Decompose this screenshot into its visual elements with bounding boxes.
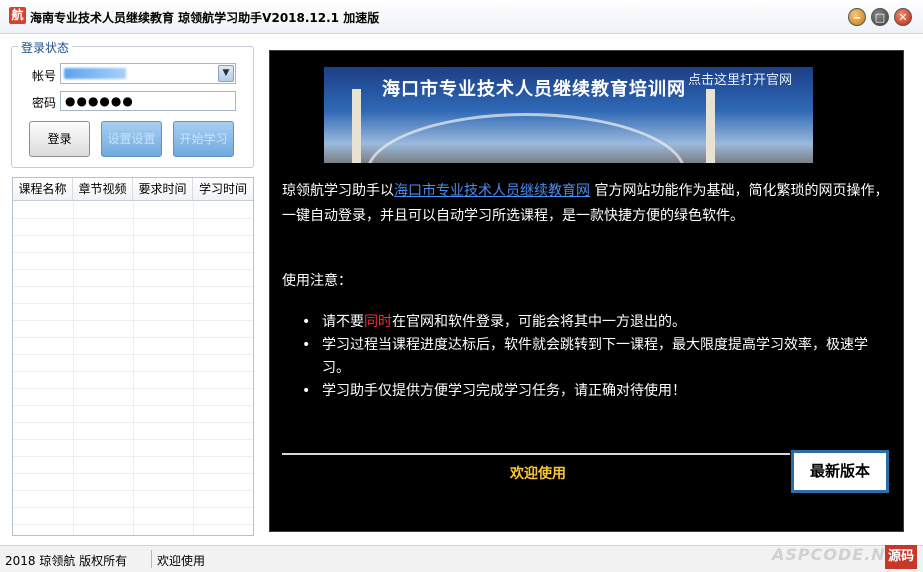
bridge-tower-graphic xyxy=(352,89,361,163)
course-table[interactable]: 课程名称 章节视频 要求时间 学习时间 xyxy=(12,177,254,536)
list-item: 学习助手仅提供方便学习完成学习任务，请正确对待使用！ xyxy=(300,380,880,403)
start-study-button[interactable]: 开始学习 xyxy=(173,121,234,157)
note1-suffix: 在官网和软件登录，可能会将其中一方退出的。 xyxy=(392,314,686,330)
notes-list: 请不要同时在官网和软件登录，可能会将其中一方退出的。 学习过程当课程进度达标后，… xyxy=(300,311,880,403)
bridge-tower-graphic xyxy=(706,89,715,163)
maximize-button[interactable]: □ xyxy=(871,8,889,26)
status-message: 欢迎使用 xyxy=(157,554,206,568)
settings-button[interactable]: 设置设置 xyxy=(101,121,162,157)
login-button[interactable]: 登录 xyxy=(29,121,90,157)
latest-version-button[interactable]: 最新版本 xyxy=(791,450,889,493)
bridge-arch-graphic xyxy=(366,113,686,163)
list-item: 请不要同时在官网和软件登录，可能会将其中一方退出的。 xyxy=(300,311,880,334)
title-bar: 航 海南专业技术人员继续教育 琼领航学习助手V2018.12.1 加速版 ‒ □… xyxy=(0,0,923,34)
chevron-down-icon[interactable]: ▼ xyxy=(218,65,234,82)
password-field[interactable]: ●●●●●● xyxy=(60,91,236,111)
watermark-badge: 源码 xyxy=(885,545,917,569)
intro-prefix: 琼领航学习助手以 xyxy=(282,183,394,199)
minimize-button[interactable]: ‒ xyxy=(848,8,866,26)
status-separator xyxy=(151,550,152,568)
account-label: 帐号 xyxy=(32,69,57,83)
banner-title: 海口市专业技术人员继续教育培训网 xyxy=(382,79,686,100)
account-value-redacted xyxy=(64,68,126,79)
app-icon: 航 xyxy=(9,7,26,24)
column-header-study-time[interactable]: 学习时间 xyxy=(193,178,253,200)
list-item: 学习过程当课程进度达标后，软件就会跳转到下一课程，最大限度提高学习效率，极速学习… xyxy=(300,334,880,380)
window-title: 海南专业技术人员继续教育 琼领航学习助手V2018.12.1 加速版 xyxy=(30,11,380,25)
intro-paragraph: 琼领航学习助手以海口市专业技术人员继续教育网 官方网站功能作为基础，简化繁琐的网… xyxy=(282,179,890,229)
copyright-text: 2018 琼领航 版权所有 xyxy=(5,554,128,568)
website-link[interactable]: 海口市专业技术人员继续教育网 xyxy=(394,183,590,199)
column-header-chapter-video[interactable]: 章节视频 xyxy=(73,178,133,200)
login-group-title: 登录状态 xyxy=(18,39,73,56)
info-panel: 海口市专业技术人员继续教育培训网 点击这里打开官网 琼领航学习助手以海口市专业技… xyxy=(269,50,904,532)
note1-prefix: 请不要 xyxy=(322,314,364,330)
note1-highlight: 同时 xyxy=(364,314,392,330)
column-header-required-time[interactable]: 要求时间 xyxy=(133,178,193,200)
close-button[interactable]: ✕ xyxy=(894,8,912,26)
open-website-link[interactable]: 点击这里打开官网 xyxy=(688,69,792,88)
divider xyxy=(282,453,790,455)
welcome-text: 欢迎使用 xyxy=(510,466,566,482)
column-header-course-name[interactable]: 课程名称 xyxy=(13,178,73,200)
notes-title: 使用注意： xyxy=(282,273,352,289)
password-label: 密码 xyxy=(32,96,57,110)
course-table-body[interactable] xyxy=(13,202,253,535)
course-table-header: 课程名称 章节视频 要求时间 学习时间 xyxy=(13,178,253,201)
account-combobox[interactable]: ▼ xyxy=(60,63,236,84)
